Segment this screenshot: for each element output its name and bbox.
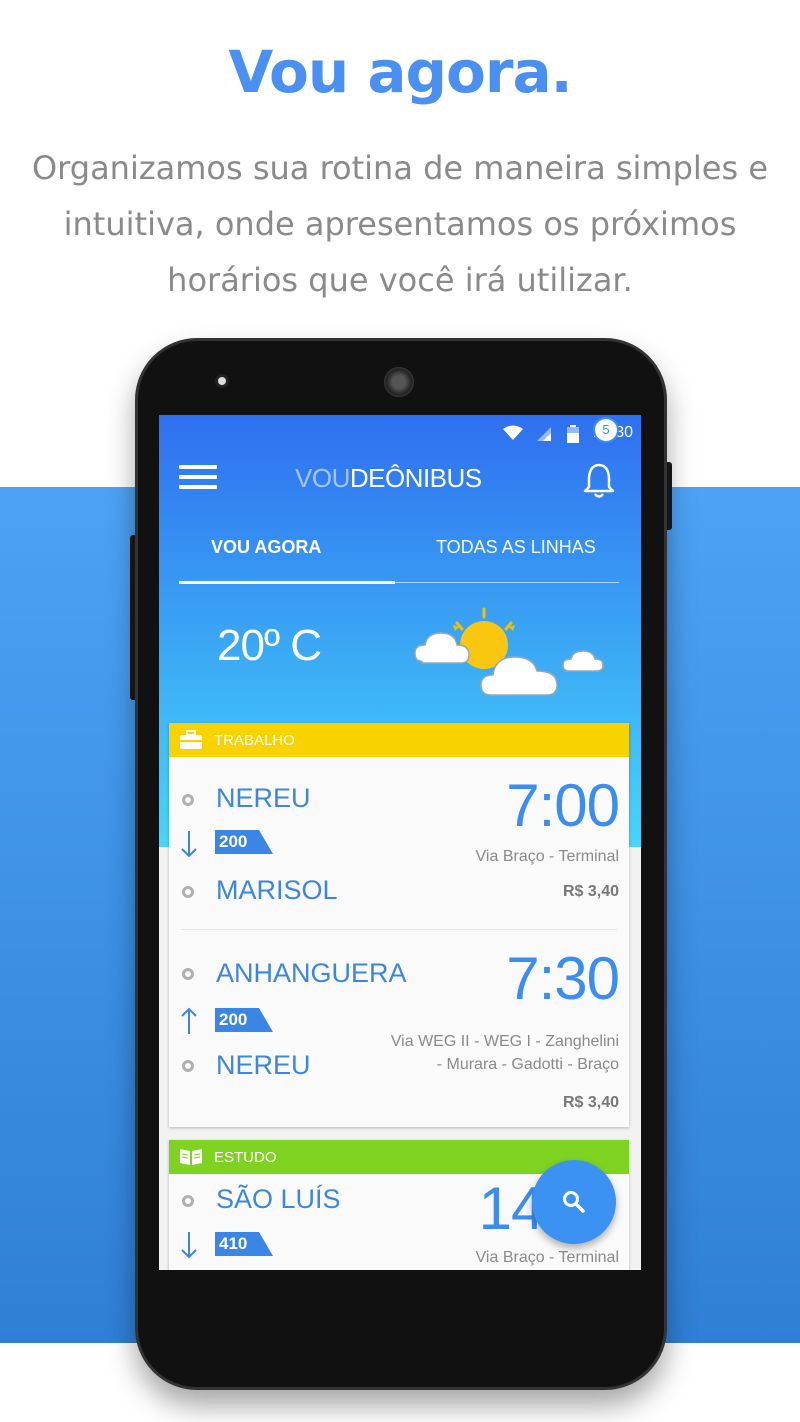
origin-stop: ANHANGUERA xyxy=(216,958,407,988)
fare-price: R$ 3,40 xyxy=(562,883,619,900)
destination-stop: NEREU xyxy=(216,1050,311,1080)
group-header-trabalho: TRABALHO xyxy=(169,723,629,757)
trip-item[interactable]: ANHANGUERA 200 NEREU 7:30 Via WEG II - W… xyxy=(169,930,629,1126)
origin-stop: SÃO LUÍS xyxy=(216,1184,341,1214)
arrow-up-icon xyxy=(181,1007,197,1034)
fare-price: R$ 3,40 xyxy=(562,1094,619,1111)
origin-stop: NEREU xyxy=(216,783,311,813)
signal-icon xyxy=(537,427,551,441)
group-card-trabalho: TRABALHO NEREU 200 MARISOL 7:00 Via Braç… xyxy=(169,723,629,1127)
line-number: 200 xyxy=(219,1010,248,1029)
trip-item[interactable]: NEREU 200 MARISOL 7:00 Via Braço - Termi… xyxy=(169,757,629,929)
brand-main: DEÔNIBUS xyxy=(349,463,482,493)
destination-stop: MARISOL xyxy=(216,875,338,905)
tab-indicator xyxy=(179,581,395,584)
origin-dot xyxy=(182,794,194,806)
tab-vou-agora[interactable]: VOU AGORA xyxy=(211,537,321,558)
promo-subtitle: Organizamos sua rotina de maneira simple… xyxy=(31,149,769,299)
arrow-down-icon xyxy=(181,1232,197,1259)
notification-bell-icon[interactable] xyxy=(579,457,619,501)
notification-badge: 5 xyxy=(595,419,617,441)
origin-dot xyxy=(182,968,194,980)
origin-dot xyxy=(182,1195,194,1207)
brand-light: VOU xyxy=(295,463,350,493)
destination-dot xyxy=(182,886,194,898)
briefcase-icon xyxy=(180,730,202,749)
group-label: ESTUDO xyxy=(214,1149,277,1166)
destination-dot xyxy=(182,1060,194,1072)
front-camera xyxy=(384,367,414,397)
route-via: Via Braço - Terminal xyxy=(475,848,619,865)
departure-time: 7:00 xyxy=(506,772,620,839)
tab-bar: VOU AGORA TODAS AS LINHAS xyxy=(179,515,619,584)
group-label: TRABALHO xyxy=(214,732,295,749)
route-via-line-2: - Murara - Gadotti - Braço xyxy=(436,1056,619,1073)
status-bar: 12:30 xyxy=(159,415,641,451)
departure-time: 7:30 xyxy=(506,945,620,1012)
wifi-icon xyxy=(503,425,523,440)
route-via-line-1: Via WEG II - WEG I - Zanghelini xyxy=(390,1033,619,1050)
menu-icon[interactable] xyxy=(179,465,217,495)
route-via: Via Braço - Terminal xyxy=(475,1249,619,1266)
book-icon xyxy=(180,1149,202,1165)
line-number: 200 xyxy=(219,832,248,851)
phone-screen: 12:30 VOUDEÔNIBUS 5 VOU AGORA TODAS AS L… xyxy=(159,415,641,1270)
partly-cloudy-icon xyxy=(414,607,604,696)
line-number: 410 xyxy=(219,1234,248,1253)
line-badge: 200 xyxy=(215,830,273,854)
search-icon xyxy=(563,1191,585,1213)
line-badge: 410 xyxy=(215,1232,273,1256)
front-sensor xyxy=(215,374,229,388)
search-fab[interactable] xyxy=(532,1160,616,1244)
app-bar: VOUDEÔNIBUS xyxy=(159,451,641,507)
app-logo: VOUDEÔNIBUS xyxy=(295,463,482,494)
line-badge: 200 xyxy=(215,1008,273,1032)
battery-icon xyxy=(567,425,579,443)
tab-todas-as-linhas[interactable]: TODAS AS LINHAS xyxy=(436,537,596,558)
promo-headline: Vou agora. xyxy=(228,38,572,106)
arrow-down-icon xyxy=(181,831,197,858)
temperature: 20º C xyxy=(217,621,322,670)
